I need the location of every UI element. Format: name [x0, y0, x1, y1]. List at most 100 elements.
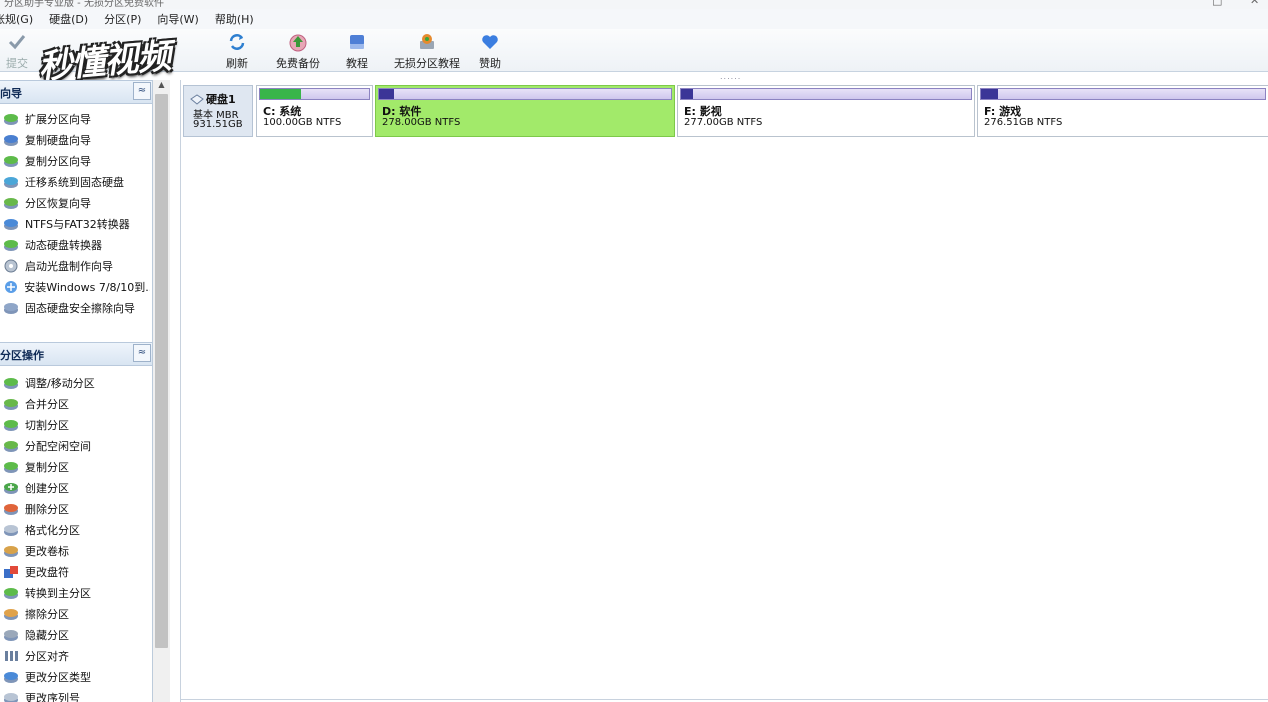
- sidebar-item-copy-partition[interactable]: 复制分区向导: [0, 150, 150, 171]
- backup-icon: [287, 32, 309, 52]
- copy-disk-icon: [3, 133, 21, 147]
- usage-bar: [378, 88, 672, 100]
- sidebar-item-windows-install[interactable]: 安装Windows 7/8/10到...: [0, 276, 150, 297]
- sidebar-item-resize[interactable]: 调整/移动分区: [0, 372, 150, 393]
- partition-c[interactable]: C: 系统 100.00GB NTFS: [256, 85, 373, 137]
- tutorial-button[interactable]: 教程: [346, 32, 368, 71]
- panel-divider: [181, 699, 1268, 700]
- partition-e[interactable]: E: 影视 277.00GB NTFS: [677, 85, 975, 137]
- windows-install-icon: [3, 280, 20, 294]
- sidebar-item-drive-letter[interactable]: 更改盘符: [0, 561, 150, 582]
- convert-primary-icon: [3, 586, 21, 600]
- resize-icon: [3, 376, 21, 390]
- ssd-erase-icon: [3, 301, 21, 315]
- refresh-icon: [227, 32, 247, 52]
- book-icon: [347, 32, 367, 52]
- free-backup-button[interactable]: 免费备份: [276, 32, 320, 71]
- copy-icon: [3, 460, 21, 474]
- refresh-button[interactable]: 刷新: [226, 32, 248, 71]
- scroll-up-icon[interactable]: ▲: [153, 80, 170, 92]
- maximize-button[interactable]: □: [1212, 0, 1222, 7]
- donate-button[interactable]: 赞助: [479, 32, 501, 71]
- close-button[interactable]: ✕: [1250, 0, 1259, 7]
- toolbar: 提交 刷新 免费备份 教程 无损分区教程 赞助: [0, 29, 1268, 72]
- usage-bar: [680, 88, 972, 100]
- sidebar: 向导 ≈ 扩展分区向导 复制硬盘向导 复制分区向导 迁移系统到固态硬盘 分区恢复…: [0, 80, 153, 702]
- sidebar-item-converter[interactable]: NTFS与FAT32转换器: [0, 213, 150, 234]
- sidebar-item-format[interactable]: 格式化分区: [0, 519, 150, 540]
- sidebar-item-copy-disk[interactable]: 复制硬盘向导: [0, 129, 150, 150]
- operations-section-header[interactable]: 分区操作 ≈: [0, 342, 152, 366]
- sidebar-scrollbar[interactable]: ▲: [153, 80, 170, 702]
- delete-icon: [3, 502, 21, 516]
- sidebar-item-ssd-erase[interactable]: 固态硬盘安全擦除向导: [0, 297, 150, 318]
- lossless-tutorial-button[interactable]: 无损分区教程: [394, 32, 460, 71]
- disk-tutorial-icon: [417, 32, 437, 52]
- sidebar-item-type[interactable]: 更改分区类型: [0, 666, 150, 687]
- sidebar-item-hide[interactable]: 隐藏分区: [0, 624, 150, 645]
- sidebar-item-split[interactable]: 切割分区: [0, 414, 150, 435]
- partition-f[interactable]: F: 游戏 276.51GB NTFS: [977, 85, 1268, 137]
- sidebar-item-migrate-os[interactable]: 迁移系统到固态硬盘: [0, 171, 150, 192]
- menu-wizard[interactable]: 向导(W): [157, 11, 198, 27]
- align-icon: [3, 649, 21, 663]
- window-title: 分区助手专业版 - 无损分区免费软件: [4, 0, 164, 9]
- label-icon: [3, 544, 21, 558]
- usage-fill: [379, 89, 394, 99]
- sidebar-item-copy[interactable]: 复制分区: [0, 456, 150, 477]
- scrollbar-thumb[interactable]: [155, 94, 168, 648]
- hide-icon: [3, 628, 21, 642]
- disk-name: 硬盘1: [206, 93, 236, 106]
- partition-size: 278.00GB NTFS: [382, 117, 461, 128]
- partition-size: 277.00GB NTFS: [684, 117, 763, 128]
- extend-wizard-icon: [3, 112, 21, 126]
- tutorial-label: 教程: [346, 57, 368, 70]
- sidebar-item-allocate[interactable]: 分配空闲空间: [0, 435, 150, 456]
- menu-help[interactable]: 帮助(H): [215, 11, 254, 27]
- disk-row: 硬盘1 基本 MBR 931.51GB C: 系统 100.00GB NTFS …: [183, 85, 1268, 139]
- converter-icon: [3, 217, 21, 231]
- sidebar-item-label[interactable]: 更改卷标: [0, 540, 150, 561]
- menu-disk[interactable]: 硬盘(D): [49, 11, 88, 27]
- sidebar-item-delete[interactable]: 删除分区: [0, 498, 150, 519]
- usage-fill: [981, 89, 999, 99]
- split-icon: [3, 418, 21, 432]
- wizard-section-header[interactable]: 向导 ≈: [0, 80, 152, 104]
- disk-icon: [190, 93, 204, 105]
- partition-size: 276.51GB NTFS: [984, 117, 1063, 128]
- lossless-tutorial-label: 无损分区教程: [394, 57, 460, 70]
- menu-general[interactable]: 帐规(G): [0, 11, 33, 27]
- sidebar-item-merge[interactable]: 合并分区: [0, 393, 150, 414]
- sidebar-item-dynamic-disk[interactable]: 动态硬盘转换器: [0, 234, 150, 255]
- usage-bar: [259, 88, 370, 100]
- checkmark-icon: [7, 32, 27, 52]
- refresh-label: 刷新: [226, 57, 248, 70]
- collapse-up-icon[interactable]: ≈: [133, 344, 151, 362]
- disk-info[interactable]: 硬盘1 基本 MBR 931.51GB: [183, 85, 253, 137]
- menu-bar: 帐规(G) 硬盘(D) 分区(P) 向导(W) 帮助(H): [0, 9, 1268, 29]
- format-icon: [3, 523, 21, 537]
- menu-partition[interactable]: 分区(P): [104, 11, 141, 27]
- partition-size: 100.00GB NTFS: [263, 117, 342, 128]
- wizard-section-title: 向导: [0, 87, 22, 100]
- sidebar-item-align[interactable]: 分区对齐: [0, 645, 150, 666]
- collapse-up-icon[interactable]: ≈: [133, 82, 151, 100]
- merge-icon: [3, 397, 21, 411]
- disk-size: 931.51GB: [193, 119, 243, 130]
- usage-fill: [260, 89, 302, 99]
- sidebar-item-serial[interactable]: 更改序列号: [0, 687, 150, 702]
- commit-button[interactable]: 提交: [6, 32, 28, 71]
- usage-fill: [681, 89, 693, 99]
- drive-letter-icon: [3, 565, 21, 579]
- sidebar-item-recovery[interactable]: 分区恢复向导: [0, 192, 150, 213]
- copy-partition-icon: [3, 154, 21, 168]
- sidebar-item-wipe[interactable]: 擦除分区: [0, 603, 150, 624]
- sidebar-item-create[interactable]: 创建分区: [0, 477, 150, 498]
- sidebar-item-convert-primary[interactable]: 转换到主分区: [0, 582, 150, 603]
- type-icon: [3, 670, 21, 684]
- partition-d[interactable]: D: 软件 278.00GB NTFS: [375, 85, 675, 137]
- boot-disc-icon: [3, 259, 21, 273]
- sidebar-item-boot-disc[interactable]: 启动光盘制作向导: [0, 255, 150, 276]
- dynamic-disk-icon: [3, 238, 21, 252]
- sidebar-item-extend-wizard[interactable]: 扩展分区向导: [0, 108, 150, 129]
